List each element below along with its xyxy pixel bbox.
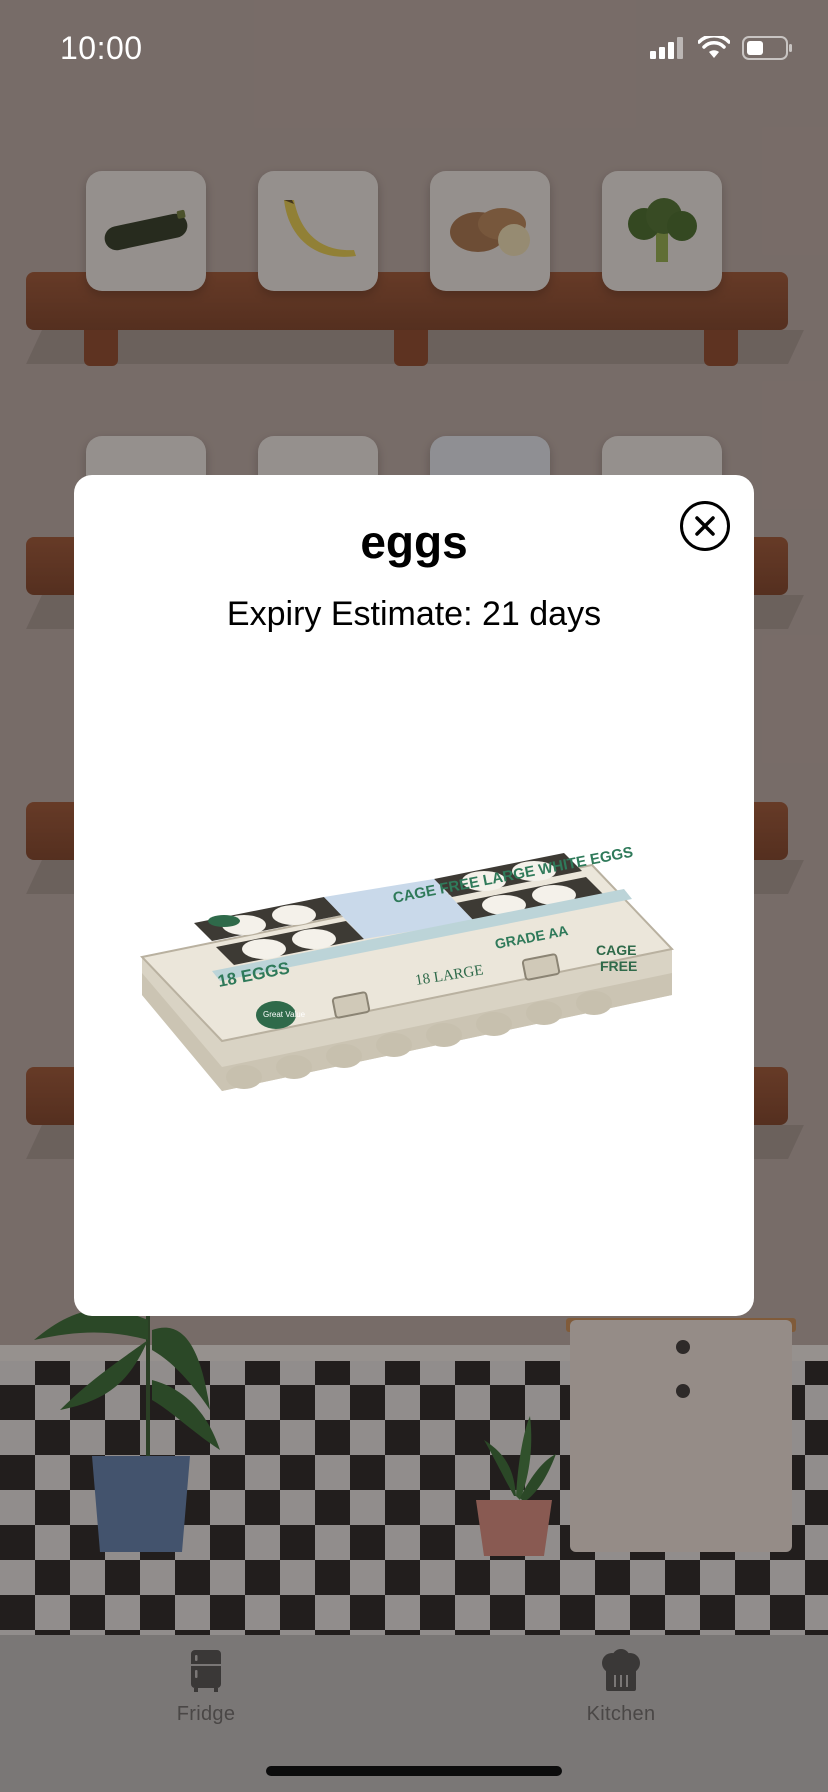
tab-kitchen-label: Kitchen	[586, 1703, 656, 1725]
tab-fridge[interactable]: Fridge	[126, 1649, 286, 1726]
battery-icon	[742, 36, 792, 60]
cellular-signal-icon	[650, 37, 683, 59]
close-icon	[695, 516, 715, 536]
item-name-title: eggs	[360, 516, 468, 568]
expiry-estimate-text: Expiry Estimate: 21 days	[226, 595, 602, 633]
status-bar: 10:00	[0, 0, 828, 100]
egg-carton-image: CAGE FREE LARGE WHITE EGGS 18 EGGS 18 LA…	[140, 845, 674, 1091]
wifi-icon	[698, 36, 730, 58]
fridge-icon	[191, 1650, 221, 1692]
tab-fridge-label: Fridge	[176, 1703, 236, 1725]
status-time: 10:00	[60, 30, 143, 66]
chef-hat-icon	[602, 1649, 640, 1691]
status-icons	[650, 36, 794, 60]
carton-brand-label: Great Value	[263, 1010, 306, 1019]
carton-cage-label: CAGE	[596, 942, 636, 958]
close-button[interactable]	[680, 501, 730, 551]
tab-kitchen[interactable]: Kitchen	[541, 1649, 701, 1726]
item-detail-modal: eggs Expiry Estimate: 21 days CAGE FREE …	[74, 475, 754, 1316]
carton-free-label: FREE	[600, 958, 637, 974]
home-indicator[interactable]	[266, 1766, 562, 1776]
